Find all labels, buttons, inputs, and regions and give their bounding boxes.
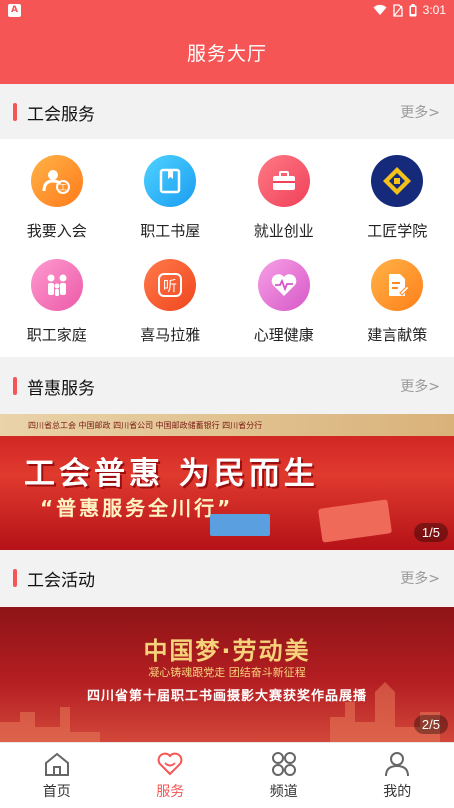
banner-headline: 工会普惠 为民而生 bbox=[24, 456, 319, 492]
service-label: 心理健康 bbox=[253, 326, 314, 344]
activities-banner[interactable]: 中国梦·劳动美 凝心铸魂跟党走 团结奋斗新征程 四川省第十届职工书画摄影大赛获奖… bbox=[0, 607, 454, 742]
nav-label: 我的 bbox=[383, 783, 412, 800]
heart-icon bbox=[157, 752, 183, 775]
status-bar: A 3:01 bbox=[0, 0, 454, 20]
app-header: 服务大厅 bbox=[0, 20, 454, 84]
more-link[interactable]: 更多> bbox=[400, 568, 440, 588]
nav-home[interactable]: 首页 bbox=[0, 743, 114, 808]
more-link[interactable]: 更多> bbox=[400, 102, 440, 122]
wifi-icon bbox=[373, 4, 387, 15]
bottom-nav: 首页 服务 频道 我的 bbox=[0, 742, 454, 808]
banner-sponsor-strip: 四川省总工会 中国邮政 四川省公司 中国邮政储蓄银行 四川省分行 bbox=[0, 414, 454, 436]
user-icon bbox=[385, 751, 410, 776]
section-accent-bar bbox=[13, 377, 17, 395]
benefits-banner[interactable]: 四川省总工会 中国邮政 四川省公司 中国邮政储蓄银行 四川省分行 工会普惠 为民… bbox=[0, 414, 454, 550]
section-accent-bar bbox=[13, 569, 17, 587]
more-link[interactable]: 更多> bbox=[400, 376, 440, 396]
section-header-union-services: 工会服务 更多> bbox=[0, 86, 454, 138]
service-item-suggestions[interactable]: 建言献策 bbox=[341, 251, 454, 355]
craftsman-logo-icon bbox=[371, 155, 424, 207]
service-item-bookhouse[interactable]: 职工书屋 bbox=[114, 147, 228, 251]
nav-profile[interactable]: 我的 bbox=[341, 743, 454, 808]
banner-sponsors: 四川省总工会 中国邮政 四川省公司 中国邮政储蓄银行 四川省分行 bbox=[28, 420, 263, 430]
banner-pager: 2/5 bbox=[413, 715, 448, 734]
nav-label: 首页 bbox=[42, 783, 71, 800]
service-label: 工匠学院 bbox=[367, 222, 428, 240]
banner-headline: 中国梦·劳动美 bbox=[143, 637, 311, 665]
service-item-ximalaya[interactable]: 听 喜马拉雅 bbox=[114, 251, 228, 355]
service-item-employment[interactable]: 就业创业 bbox=[227, 147, 341, 251]
section-header-benefits: 普惠服务 更多> bbox=[0, 360, 454, 412]
battery-icon bbox=[409, 3, 417, 16]
section-title: 工会活动 bbox=[27, 570, 95, 591]
banner-subline: 凝心铸魂跟党走 团结奋斗新征程 bbox=[148, 666, 306, 679]
banner-subline: “普惠服务全川行” bbox=[40, 496, 234, 520]
status-icons: 3:01 bbox=[373, 3, 446, 17]
nav-channels[interactable]: 频道 bbox=[227, 743, 341, 808]
document-edit-icon bbox=[371, 259, 424, 311]
section-header-activities: 工会活动 更多> bbox=[0, 552, 454, 604]
service-label: 喜马拉雅 bbox=[140, 326, 201, 344]
service-grid: 工 我要入会 职工书屋 就业创业 工匠学院 职工家庭 听 喜马拉雅 心理健康 建… bbox=[0, 139, 454, 357]
nav-services[interactable]: 服务 bbox=[114, 743, 228, 808]
section-accent-bar bbox=[13, 103, 17, 121]
home-icon bbox=[44, 752, 69, 776]
service-label: 我要入会 bbox=[26, 222, 87, 240]
service-item-join-union[interactable]: 工 我要入会 bbox=[0, 147, 114, 251]
ximalaya-icon: 听 bbox=[144, 259, 197, 311]
service-label: 职工家庭 bbox=[26, 326, 87, 344]
banner-caption: 四川省第十届职工书画摄影大赛获奖作品展播 bbox=[86, 689, 367, 704]
heart-pulse-icon bbox=[257, 259, 310, 311]
svg-text:听: 听 bbox=[163, 279, 177, 295]
nav-label: 服务 bbox=[156, 783, 185, 800]
service-item-mental-health[interactable]: 心理健康 bbox=[227, 251, 341, 355]
banner-decoration bbox=[317, 499, 393, 543]
family-icon bbox=[30, 259, 83, 311]
service-item-family[interactable]: 职工家庭 bbox=[0, 251, 114, 355]
banner-decoration bbox=[210, 514, 270, 536]
svg-text:工: 工 bbox=[59, 183, 67, 192]
service-label: 就业创业 bbox=[253, 222, 314, 240]
briefcase-icon bbox=[257, 155, 310, 207]
service-label: 职工书屋 bbox=[140, 222, 201, 240]
nav-label: 频道 bbox=[269, 783, 298, 800]
service-item-craftsman-academy[interactable]: 工匠学院 bbox=[341, 147, 454, 251]
union-join-icon: 工 bbox=[30, 155, 83, 207]
no-sim-icon bbox=[392, 3, 403, 17]
section-title: 工会服务 bbox=[27, 104, 95, 125]
section-title: 普惠服务 bbox=[27, 378, 95, 399]
clock: 3:01 bbox=[422, 3, 446, 17]
service-label: 建言献策 bbox=[367, 326, 428, 344]
page-title: 服务大厅 bbox=[186, 42, 267, 65]
grid-icon bbox=[271, 751, 296, 776]
bookshelf-icon bbox=[144, 155, 197, 207]
app-notification-icon: A bbox=[8, 3, 21, 17]
banner-pager: 1/5 bbox=[413, 523, 448, 542]
